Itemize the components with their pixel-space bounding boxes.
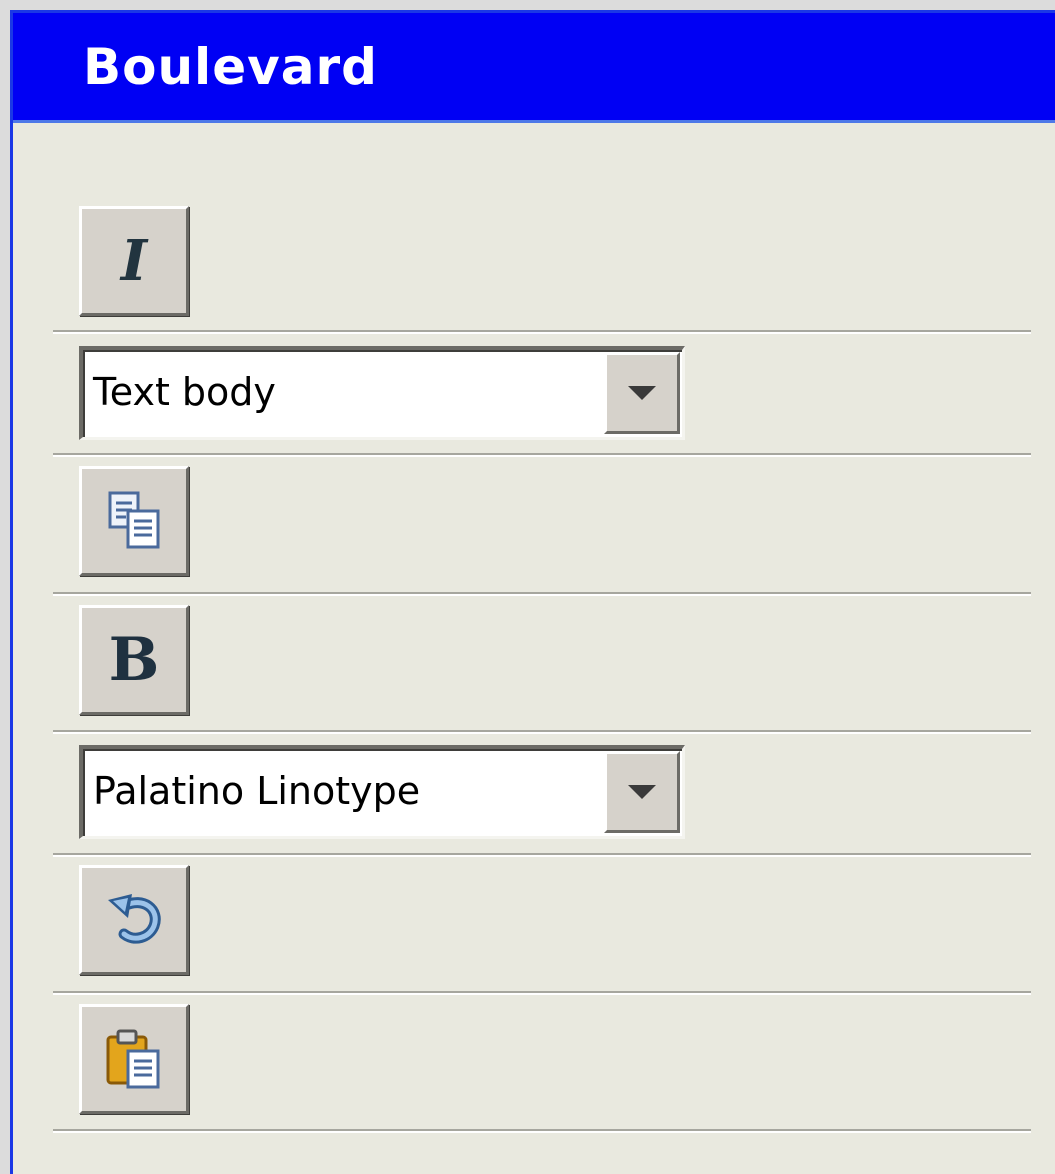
separator bbox=[53, 453, 1031, 457]
toolbar-window: Boulevard I Text body B Palatino Linotyp… bbox=[10, 10, 1055, 1174]
font-name-value: Palatino Linotype bbox=[93, 769, 421, 813]
paragraph-style-dropdown[interactable]: Text body bbox=[79, 346, 685, 440]
separator bbox=[53, 853, 1031, 857]
title-bar[interactable]: Boulevard bbox=[13, 13, 1055, 123]
copy-icon bbox=[108, 491, 160, 549]
paragraph-style-dropdown-button[interactable] bbox=[604, 352, 680, 434]
undo-button[interactable] bbox=[79, 865, 189, 975]
bold-icon: B bbox=[108, 625, 160, 695]
italic-button[interactable]: I bbox=[79, 206, 189, 316]
separator bbox=[53, 991, 1031, 995]
separator bbox=[53, 330, 1031, 334]
paste-button[interactable] bbox=[79, 1004, 189, 1114]
chevron-down-icon bbox=[628, 386, 656, 400]
separator bbox=[53, 1129, 1031, 1133]
bold-button[interactable]: B bbox=[79, 605, 189, 715]
font-name-dropdown[interactable]: Palatino Linotype bbox=[79, 745, 685, 839]
separator bbox=[53, 730, 1031, 734]
chevron-down-icon bbox=[628, 785, 656, 799]
copy-button[interactable] bbox=[79, 466, 189, 576]
paragraph-style-value: Text body bbox=[93, 370, 276, 414]
window-title: Boulevard bbox=[83, 38, 378, 96]
font-name-dropdown-button[interactable] bbox=[604, 751, 680, 833]
undo-icon bbox=[108, 894, 161, 944]
italic-icon: I bbox=[120, 228, 148, 294]
paste-icon bbox=[106, 1029, 160, 1089]
separator bbox=[53, 592, 1031, 596]
